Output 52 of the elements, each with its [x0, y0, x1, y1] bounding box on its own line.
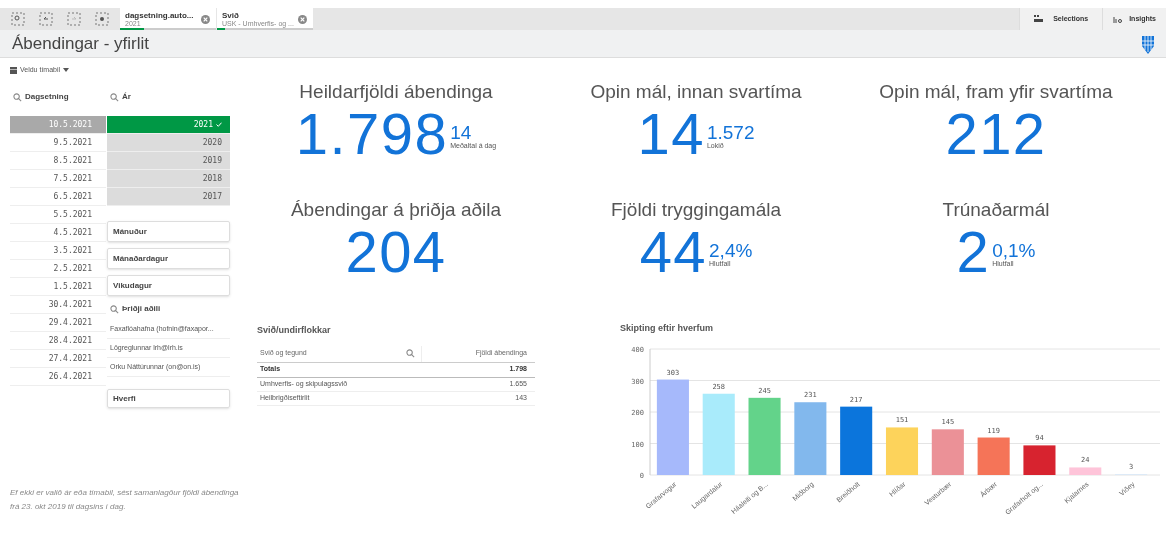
- kpi-title: Trúnaðarmál: [942, 198, 1050, 222]
- kpi-secondary-value: 2,4%: [709, 240, 753, 260]
- year-list-item[interactable]: 2021: [107, 116, 230, 134]
- kpi-secondary-value: 0,1%: [992, 240, 1036, 260]
- bar[interactable]: [977, 437, 1010, 475]
- bar[interactable]: [656, 379, 689, 475]
- filter-box[interactable]: Hverfi: [107, 389, 230, 408]
- grid-icon: [1034, 15, 1044, 23]
- calendar-icon: [10, 66, 17, 74]
- filter-box[interactable]: Vikudagur: [107, 275, 230, 296]
- chart-title: Skipting eftir hverfum: [620, 324, 714, 333]
- kpi-title: Fjöldi tryggingamála: [611, 198, 781, 222]
- kpi-value: 44: [639, 221, 708, 283]
- filter-title: Dagsetning: [25, 91, 69, 103]
- search-icon: [110, 92, 119, 102]
- kpi-title: Opin mál, innan svartíma: [590, 80, 802, 104]
- sheet-title: Ábendingar - yfirlit: [12, 32, 149, 55]
- search-icon: [13, 92, 22, 102]
- clear-icon: [201, 14, 210, 24]
- table-title: Svið/undirflokkar: [257, 324, 332, 337]
- kpi-value: 1.798: [295, 103, 449, 165]
- search-icon: [110, 304, 119, 314]
- bar[interactable]: [931, 429, 964, 475]
- kpi-title: Ábendingar á þriðja aðila: [290, 198, 502, 222]
- kpi-title: Opin mál, fram yfir svartíma: [879, 80, 1113, 104]
- bar[interactable]: [748, 397, 781, 475]
- year-list-item[interactable]: 2018: [107, 170, 230, 188]
- bar[interactable]: [794, 402, 827, 475]
- kpi-secondary-value: 14: [450, 122, 473, 142]
- filter-box[interactable]: Mánaðardagur: [107, 248, 230, 269]
- filter-box[interactable]: Mánuður: [107, 221, 230, 242]
- year-list-item[interactable]: 2019: [107, 152, 230, 170]
- year-list-item[interactable]: 2020: [107, 134, 230, 152]
- kpi-value: 204: [345, 221, 447, 283]
- kpi-secondary-value: 1.572: [706, 122, 755, 142]
- bar[interactable]: [1023, 445, 1056, 475]
- kpi-value: 14: [637, 103, 705, 165]
- kpi-title: Heildarfjöldi ábendinga: [299, 80, 493, 104]
- kpi-value: 212: [945, 103, 1047, 165]
- check-icon: [216, 122, 222, 127]
- kpi-value: 2: [956, 221, 991, 283]
- chart-search-icon: [1113, 15, 1124, 23]
- logo-icon: [1142, 33, 1154, 54]
- filter-title: Þriðji aðili: [122, 303, 161, 315]
- filter-title: Ár: [122, 91, 131, 103]
- bar[interactable]: [885, 427, 919, 475]
- caret-icon: [63, 68, 70, 72]
- year-list-item[interactable]: 2017: [107, 188, 230, 206]
- search-icon: [406, 349, 415, 358]
- footnote: Ef ekki er valið ár eða tímabil, sést samanlagður fjöldi ábendinga frá 23. okt 2019 til dagsins í dag.: [10, 487, 240, 513]
- clear-icon: [298, 14, 307, 24]
- bar[interactable]: [840, 406, 873, 475]
